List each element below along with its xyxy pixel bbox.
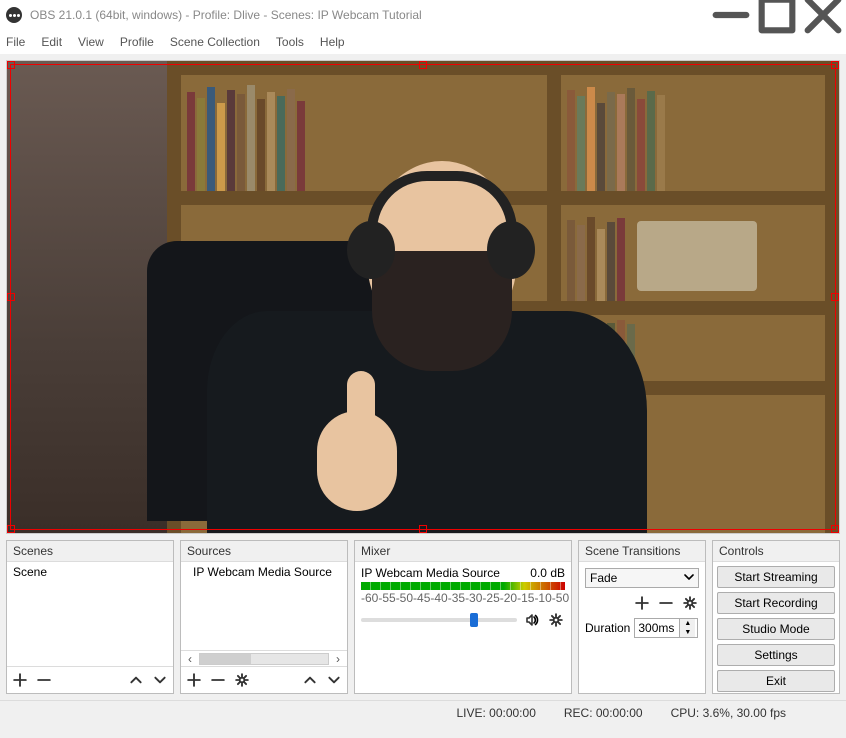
spin-down-icon[interactable]: ▼ [680, 628, 695, 637]
sources-panel: Sources IP Webcam Media Source ‹ › [180, 540, 348, 694]
add-source-button[interactable] [185, 671, 203, 689]
maximize-button[interactable] [754, 0, 800, 30]
settings-button[interactable]: Settings [717, 644, 835, 666]
close-button[interactable] [800, 0, 846, 30]
mixer-settings-icon[interactable] [547, 611, 565, 629]
menu-profile[interactable]: Profile [120, 35, 154, 49]
duration-label: Duration [585, 621, 630, 635]
minimize-button[interactable] [708, 0, 754, 30]
scenes-title: Scenes [7, 541, 173, 562]
status-rec: REC: 00:00:00 [564, 706, 643, 720]
sources-title: Sources [181, 541, 347, 562]
scene-item[interactable]: Scene [7, 562, 173, 582]
menu-scene-collection[interactable]: Scene Collection [170, 35, 260, 49]
add-scene-button[interactable] [11, 671, 29, 689]
duration-spinner[interactable]: ▲ ▼ [634, 618, 698, 638]
start-recording-button[interactable]: Start Recording [717, 592, 835, 614]
status-live: LIVE: 00:00:00 [456, 706, 535, 720]
mixer-db-value: 0.0 dB [530, 566, 565, 580]
controls-title: Controls [713, 541, 839, 562]
audio-meter [361, 582, 565, 590]
move-scene-down-button[interactable] [151, 671, 169, 689]
menu-tools[interactable]: Tools [276, 35, 304, 49]
transitions-title: Scene Transitions [579, 541, 705, 562]
exit-button[interactable]: Exit [717, 670, 835, 692]
studio-mode-button[interactable]: Studio Mode [717, 618, 835, 640]
source-properties-button[interactable] [233, 671, 251, 689]
scenes-panel: Scenes Scene [6, 540, 174, 694]
controls-panel: Controls Start Streaming Start Recording… [712, 540, 840, 694]
move-source-down-button[interactable] [325, 671, 343, 689]
mute-icon[interactable] [523, 611, 541, 629]
transitions-panel: Scene Transitions Fade Duration ▲ ▼ [578, 540, 706, 694]
add-transition-button[interactable] [633, 594, 651, 612]
source-selection-outline[interactable] [10, 64, 836, 530]
horizontal-scrollbar[interactable]: ‹ › [181, 650, 347, 666]
obs-logo-icon [6, 7, 22, 23]
statusbar: LIVE: 00:00:00 REC: 00:00:00 CPU: 3.6%, … [0, 700, 846, 724]
move-source-up-button[interactable] [301, 671, 319, 689]
transition-select[interactable]: Fade [585, 568, 699, 588]
spin-up-icon[interactable]: ▲ [680, 619, 695, 628]
mixer-source-label: IP Webcam Media Source [361, 566, 500, 580]
remove-transition-button[interactable] [657, 594, 675, 612]
menu-edit[interactable]: Edit [41, 35, 62, 49]
chevron-down-icon [684, 571, 694, 585]
transition-value: Fade [590, 571, 617, 585]
preview-canvas[interactable] [6, 60, 840, 534]
source-item[interactable]: IP Webcam Media Source [181, 562, 347, 582]
move-scene-up-button[interactable] [127, 671, 145, 689]
source-label: IP Webcam Media Source [193, 565, 332, 579]
remove-scene-button[interactable] [35, 671, 53, 689]
duration-input[interactable] [635, 619, 679, 637]
volume-slider[interactable] [361, 618, 517, 622]
remove-source-button[interactable] [209, 671, 227, 689]
mixer-title: Mixer [355, 541, 571, 562]
titlebar: OBS 21.0.1 (64bit, windows) - Profile: D… [0, 0, 846, 30]
start-streaming-button[interactable]: Start Streaming [717, 566, 835, 588]
meter-ticks: -60-55-50-45-40-35-30-25-20-15-10-50 [361, 591, 565, 605]
window-title: OBS 21.0.1 (64bit, windows) - Profile: D… [30, 8, 708, 22]
menu-view[interactable]: View [78, 35, 104, 49]
menu-file[interactable]: File [6, 35, 25, 49]
mixer-panel: Mixer IP Webcam Media Source 0.0 dB -60-… [354, 540, 572, 694]
transition-properties-button[interactable] [681, 594, 699, 612]
scroll-left-icon[interactable]: ‹ [183, 653, 197, 665]
menu-help[interactable]: Help [320, 35, 345, 49]
status-cpu: CPU: 3.6%, 30.00 fps [671, 706, 786, 720]
scroll-right-icon[interactable]: › [331, 653, 345, 665]
